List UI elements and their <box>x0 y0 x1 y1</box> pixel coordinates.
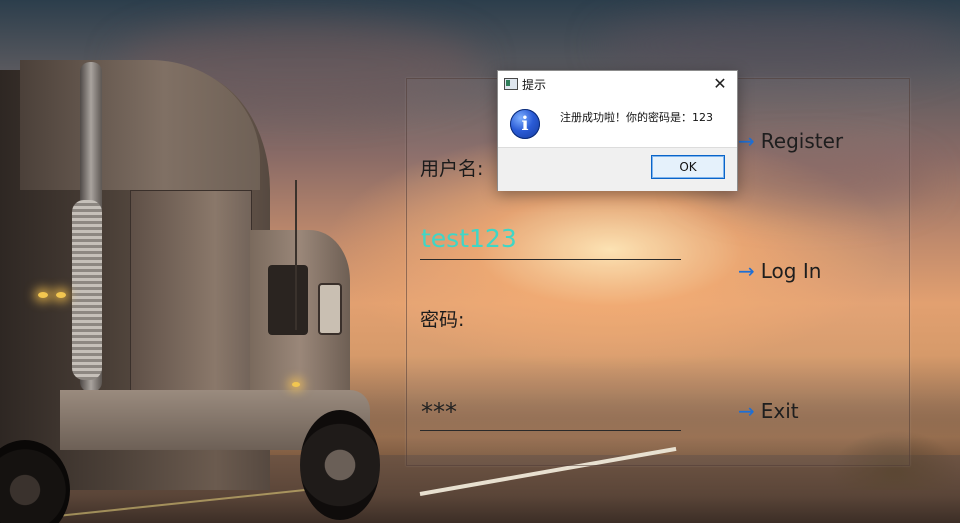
truck-lamp <box>38 292 48 298</box>
truck-lamp <box>292 382 300 387</box>
username-label: 用户名: <box>420 158 484 180</box>
ok-button[interactable]: OK <box>651 155 725 179</box>
dialog-title-bar[interactable]: 提示 ✕ <box>498 71 737 97</box>
register-button[interactable]: → Register <box>738 129 843 153</box>
username-underline <box>420 259 681 260</box>
login-button-label: Log In <box>760 259 822 283</box>
truck-illustration <box>0 60 380 523</box>
dialog-message: 注册成功啦！你的密码是：123 <box>560 111 713 124</box>
truck-antenna <box>295 180 297 330</box>
password-input[interactable]: *** <box>421 398 681 428</box>
truck-front-wheel <box>300 410 380 520</box>
desktop-background: 用户名: test123 密码: *** → Register → Log In… <box>0 0 960 523</box>
exit-button-label: Exit <box>760 399 799 423</box>
truck-window <box>268 265 308 335</box>
window-icon <box>504 78 518 90</box>
arrow-right-icon: → <box>738 259 755 283</box>
dialog-title: 提示 <box>522 78 547 92</box>
close-icon[interactable]: ✕ <box>707 73 733 95</box>
message-dialog: 提示 ✕ i 注册成功啦！你的密码是：123 OK <box>497 70 738 191</box>
truck-door <box>130 190 252 402</box>
info-icon: i <box>510 109 540 139</box>
username-input[interactable]: test123 <box>421 224 681 256</box>
truck-mirror <box>318 283 342 335</box>
password-underline <box>420 430 681 431</box>
truck-lamp <box>56 292 66 298</box>
register-button-label: Register <box>760 129 844 153</box>
login-button[interactable]: → Log In <box>738 259 821 283</box>
arrow-right-icon: → <box>738 129 755 153</box>
truck-sleeper-roof <box>20 60 260 190</box>
arrow-right-icon: → <box>738 399 755 423</box>
password-label: 密码: <box>420 309 465 331</box>
truck-exhaust-grill <box>72 200 102 380</box>
exit-button[interactable]: → Exit <box>738 399 799 423</box>
